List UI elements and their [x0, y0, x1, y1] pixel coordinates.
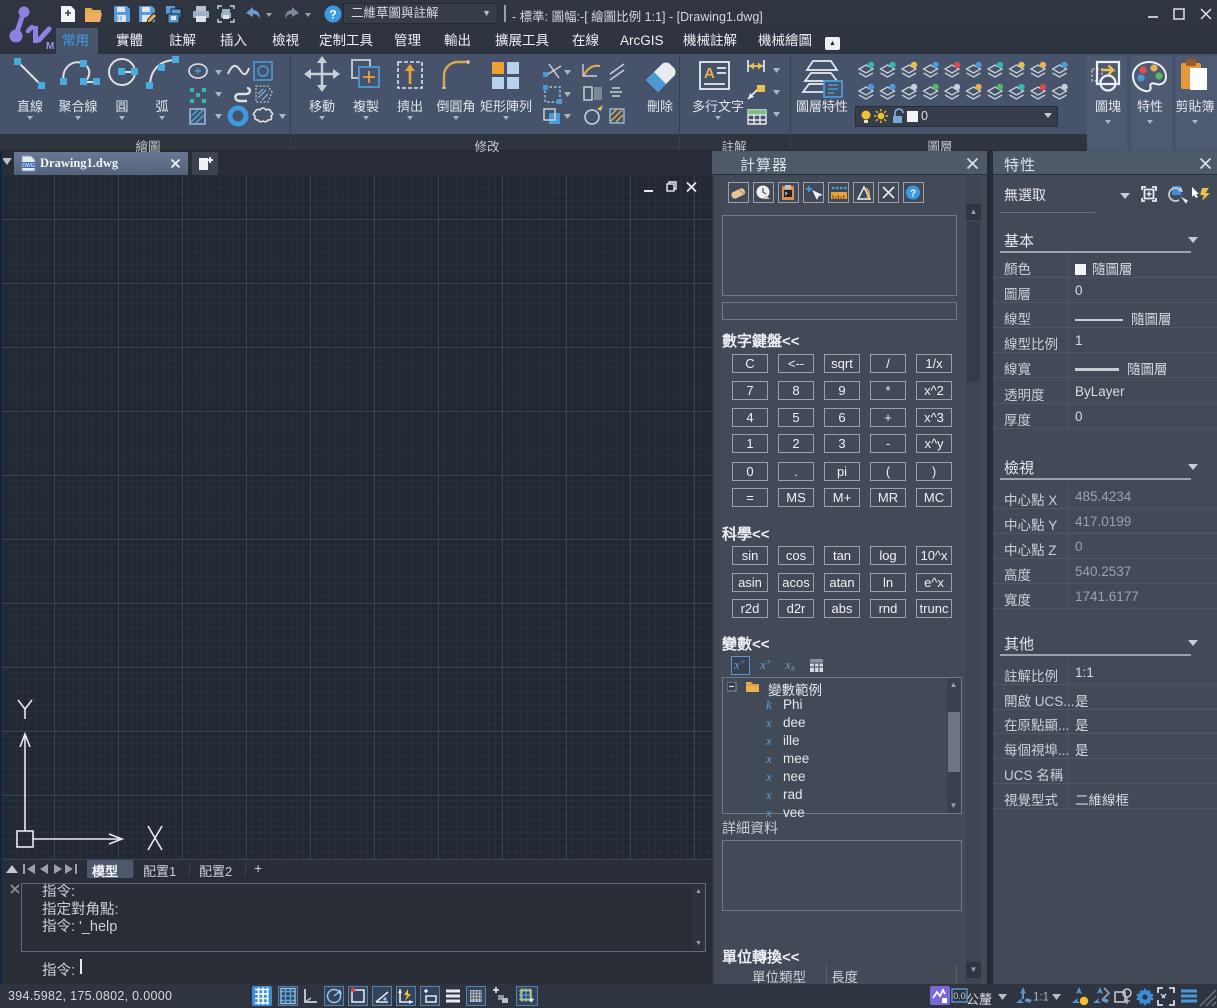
- svg-text:M: M: [46, 41, 54, 52]
- svg-text:0.0: 0.0: [953, 991, 966, 1001]
- svg-text:DWG: DWG: [22, 163, 34, 169]
- svg-text:1:1: 1:1: [1033, 992, 1049, 1004]
- svg-text:?: ?: [329, 8, 336, 22]
- svg-text:?: ?: [910, 189, 916, 200]
- svg-text:A: A: [704, 65, 715, 82]
